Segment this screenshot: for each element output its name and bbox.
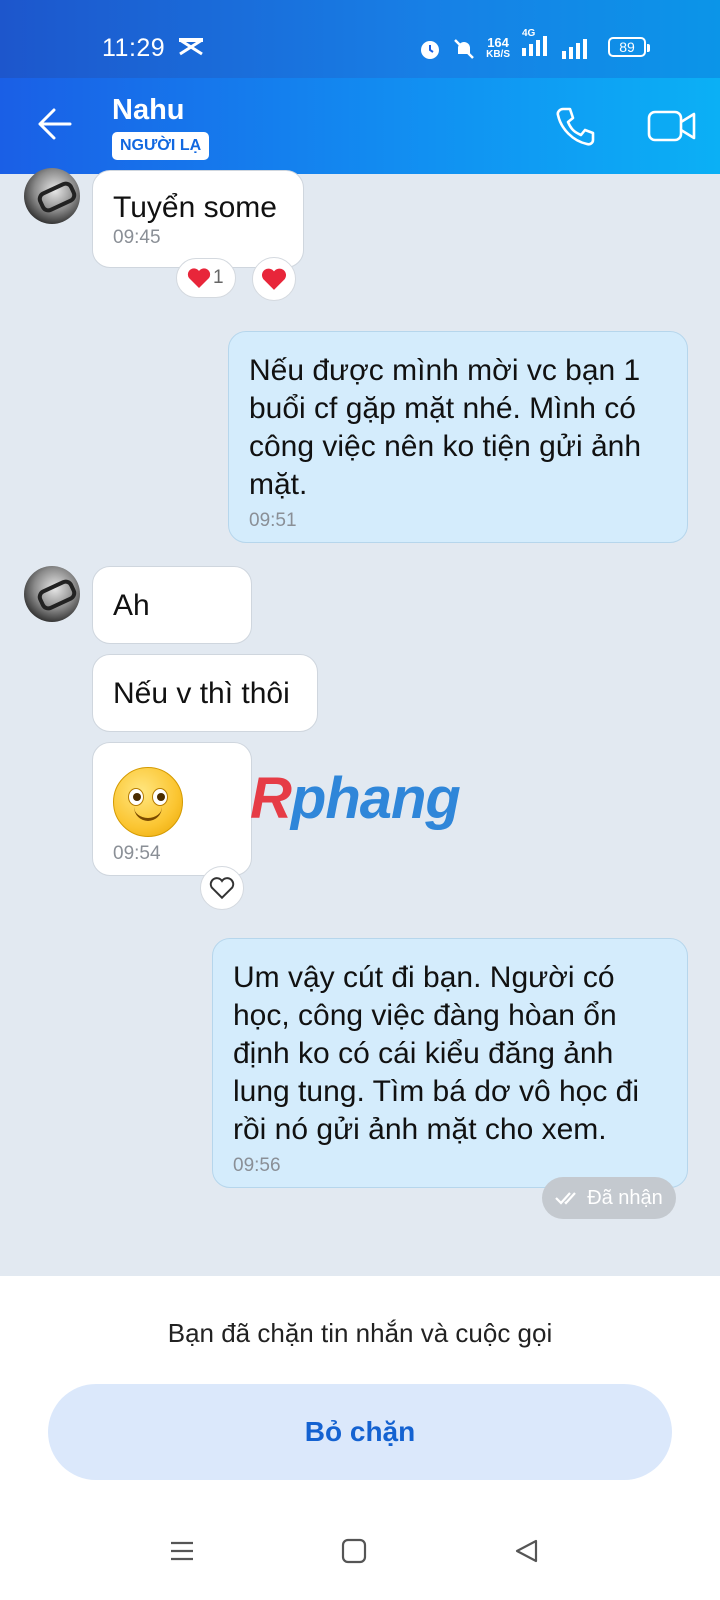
net-speed: 164 KB/S (486, 34, 510, 61)
contact-name[interactable]: Nahu (112, 94, 185, 127)
home-icon[interactable] (340, 1537, 368, 1565)
status-bar: 11:29 164 KB/S 4G 89 (0, 0, 720, 78)
delivery-status-label: Đã nhận (587, 1186, 663, 1209)
watermark-logo: Rphang (250, 765, 461, 832)
heart-icon (187, 268, 211, 288)
heart-outline-icon (209, 877, 235, 900)
back-triangle-icon[interactable] (512, 1537, 540, 1565)
message-text: Um vậy cút đi bạn. Người có học, công vi… (233, 961, 640, 1146)
message-time: 09:51 (249, 510, 297, 531)
blocked-notice: Bạn đã chặn tin nhắn và cuộc gọi (167, 1318, 553, 1348)
capcut-icon (179, 38, 203, 56)
back-arrow-icon[interactable] (34, 104, 74, 144)
status-icons: 164 KB/S 4G (418, 28, 590, 63)
phone-icon[interactable] (553, 104, 597, 148)
clock: 11:29 (102, 34, 166, 62)
contact-avatar[interactable] (24, 168, 80, 224)
message-bubble-outgoing[interactable]: Nếu được mình mời vc bạn 1 buổi cf gặp m… (228, 331, 688, 543)
message-bubble-incoming[interactable]: 09:54 (92, 742, 252, 876)
message-bubble-incoming[interactable]: Ah (92, 566, 252, 644)
react-button[interactable] (252, 257, 296, 301)
chat-header: 11:29 164 KB/S 4G 89 Nahu NGƯỜI LẠ (0, 0, 720, 174)
message-bubble-outgoing[interactable]: Um vậy cút đi bạn. Người có học, công vi… (212, 938, 688, 1188)
net-speed-unit: KB/S (486, 48, 510, 60)
signal-bars-2-icon (562, 38, 587, 59)
message-bubble-incoming[interactable]: Nếu v thì thôi (92, 654, 318, 732)
menu-icon[interactable] (168, 1537, 196, 1565)
message-text: Nếu được mình mời vc bạn 1 buổi cf gặp m… (249, 354, 642, 501)
watermark-rest: phang (290, 766, 461, 831)
video-call-icon[interactable] (646, 106, 698, 146)
message-text: Nếu v thì thôi (113, 677, 290, 710)
net-speed-value: 164 (487, 34, 509, 50)
message-text: Ah (113, 589, 150, 622)
contact-avatar[interactable] (24, 566, 80, 622)
message-time: 09:54 (113, 843, 161, 864)
reaction-summary[interactable]: 1 (176, 258, 236, 298)
heart-icon (261, 268, 287, 290)
message-time: 09:56 (233, 1155, 281, 1176)
delivery-status: Đã nhận (542, 1177, 676, 1219)
smile-emoji-sticker (113, 767, 183, 837)
message-text: Tuyển some (113, 191, 277, 224)
reaction-count: 1 (213, 267, 224, 288)
signal-1: 4G (520, 28, 550, 63)
battery-icon: 89 (608, 37, 650, 57)
alarm-icon (421, 40, 440, 59)
battery-level: 89 (619, 39, 635, 55)
unblock-button[interactable]: Bỏ chặn (48, 1384, 672, 1480)
watermark-first: R (250, 766, 292, 831)
network-type: 4G (522, 28, 536, 39)
react-button[interactable] (200, 866, 244, 910)
mute-bell-icon (454, 38, 474, 59)
stranger-badge: NGƯỜI LẠ (112, 132, 210, 160)
double-check-icon (555, 1192, 577, 1205)
message-time: 09:45 (113, 227, 161, 248)
message-bubble-incoming[interactable]: Tuyển some 09:45 (92, 170, 304, 268)
